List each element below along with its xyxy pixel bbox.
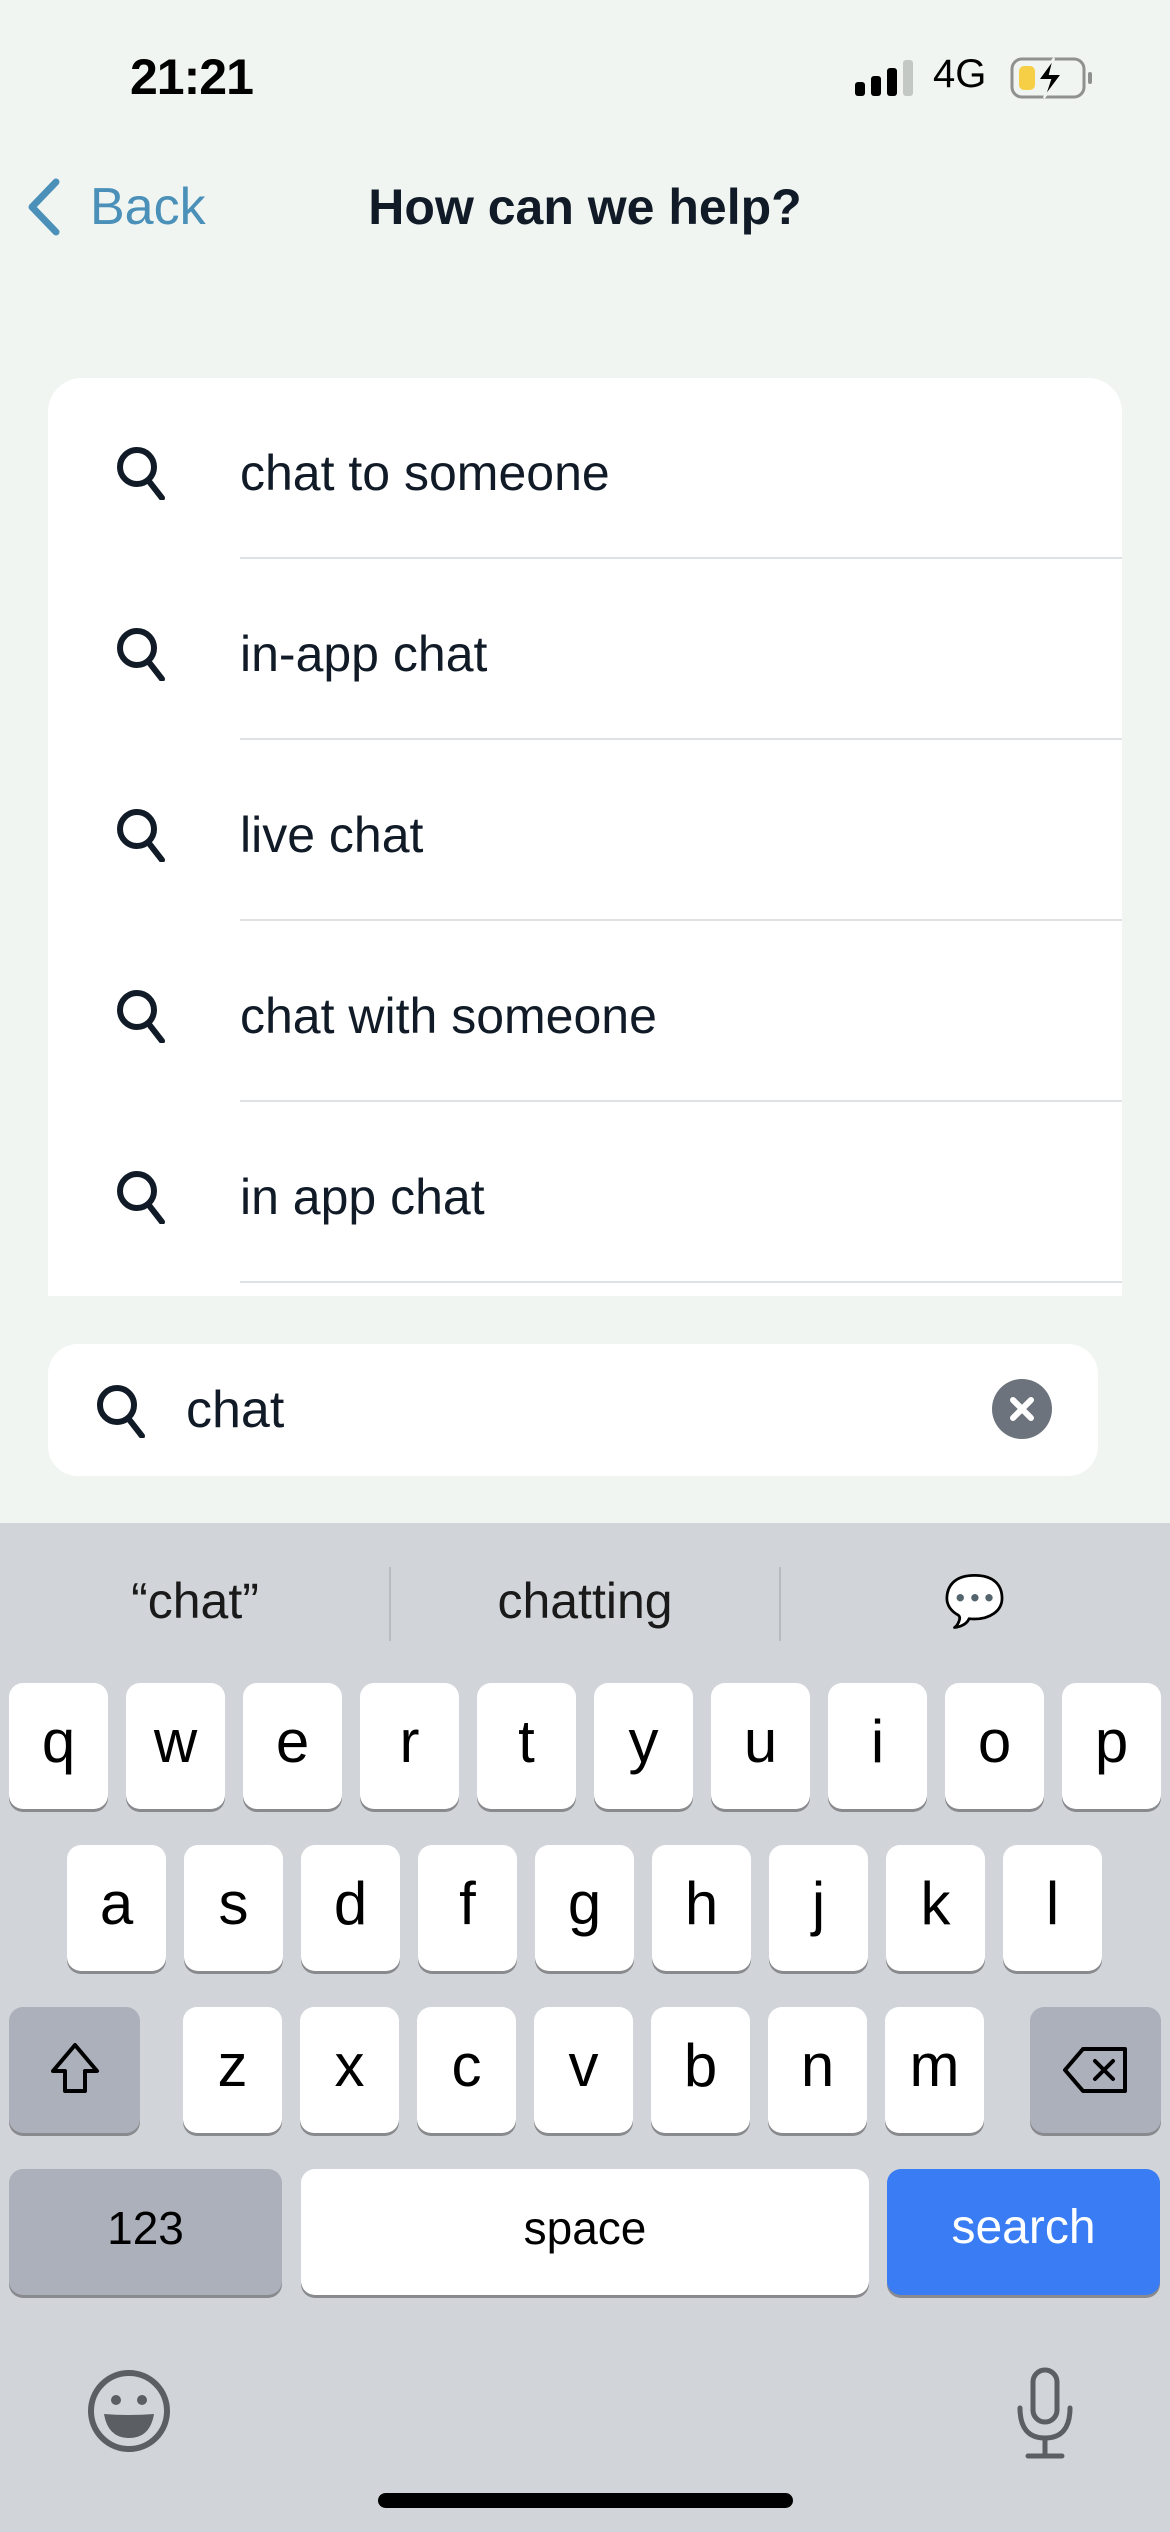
status-time: 21:21 xyxy=(130,49,254,105)
search-icon xyxy=(117,809,165,862)
suggestion-item[interactable]: live chat xyxy=(48,740,1122,921)
key-u[interactable]: u xyxy=(711,1683,810,1809)
key-w[interactable]: w xyxy=(126,1683,225,1809)
page-title: How can we help? xyxy=(0,178,1170,236)
suggestion-item[interactable]: in app chat xyxy=(48,1102,1122,1283)
page-title-text: How can we help? xyxy=(368,179,802,235)
suggestion-label: chat with someone xyxy=(240,988,657,1044)
suggestion-item[interactable]: in-app chat xyxy=(48,559,1122,740)
search-icon xyxy=(117,990,165,1043)
suggestion-label: live chat xyxy=(240,807,424,863)
key-i[interactable]: i xyxy=(828,1683,927,1809)
key-y[interactable]: y xyxy=(594,1683,693,1809)
search-icon xyxy=(117,1171,165,1224)
key-b[interactable]: b xyxy=(651,2007,750,2133)
key-g[interactable]: g xyxy=(535,1845,634,1971)
key-c[interactable]: c xyxy=(417,2007,516,2133)
clear-icon xyxy=(1010,1397,1034,1421)
search-key[interactable]: search xyxy=(887,2169,1160,2295)
key-p[interactable]: p xyxy=(1062,1683,1161,1809)
divider xyxy=(240,1281,1122,1283)
key-a[interactable]: a xyxy=(67,1845,166,1971)
network-type: 4G xyxy=(933,52,987,96)
key-t[interactable]: t xyxy=(477,1683,576,1809)
shift-key[interactable] xyxy=(9,2007,140,2133)
signal-icon xyxy=(855,60,913,96)
key-m[interactable]: m xyxy=(885,2007,984,2133)
key-z[interactable]: z xyxy=(183,2007,282,2133)
search-bar xyxy=(48,1344,1098,1476)
key-o[interactable]: o xyxy=(945,1683,1044,1809)
key-n[interactable]: n xyxy=(768,2007,867,2133)
suggestion-label: in-app chat xyxy=(240,626,488,682)
key-e[interactable]: e xyxy=(243,1683,342,1809)
battery-charging-icon xyxy=(1010,57,1092,99)
delete-icon xyxy=(1062,2047,1127,2093)
key-x[interactable]: x xyxy=(300,2007,399,2133)
space-key[interactable]: space xyxy=(301,2169,869,2295)
numbers-key[interactable]: 123 xyxy=(9,2169,282,2295)
keyboard: “chat” chatting 💬 qwertyuiop asdfghjkl z… xyxy=(0,1523,1170,2532)
key-r[interactable]: r xyxy=(360,1683,459,1809)
key-l[interactable]: l xyxy=(1003,1845,1102,1971)
search-icon xyxy=(97,1385,145,1438)
key-v[interactable]: v xyxy=(534,2007,633,2133)
suggestion-item[interactable]: chat to someone xyxy=(48,378,1122,559)
suggestion-item[interactable]: chat with someone xyxy=(48,921,1122,1102)
key-j[interactable]: j xyxy=(769,1845,868,1971)
search-icon xyxy=(117,628,165,681)
microphone-icon[interactable] xyxy=(1010,2366,1080,2462)
search-icon xyxy=(117,447,165,500)
key-s[interactable]: s xyxy=(184,1845,283,1971)
shift-icon xyxy=(50,2043,99,2093)
clear-search-button[interactable] xyxy=(992,1379,1052,1439)
suggestion-label: in app chat xyxy=(240,1169,485,1225)
key-f[interactable]: f xyxy=(418,1845,517,1971)
key-q[interactable]: q xyxy=(9,1683,108,1809)
prediction-1[interactable]: “chat” xyxy=(0,1561,390,1641)
prediction-emoji[interactable]: 💬 xyxy=(780,1561,1170,1641)
suggestion-label: chat to someone xyxy=(240,445,610,501)
key-d[interactable]: d xyxy=(301,1845,400,1971)
emoji-icon[interactable] xyxy=(84,2366,174,2456)
key-k[interactable]: k xyxy=(886,1845,985,1971)
prediction-2[interactable]: chatting xyxy=(390,1561,780,1641)
search-input[interactable] xyxy=(186,1374,986,1446)
key-h[interactable]: h xyxy=(652,1845,751,1971)
suggestions-list: chat to someone in-app chat live chat ch… xyxy=(48,378,1122,1296)
home-indicator[interactable] xyxy=(378,2493,793,2508)
delete-key[interactable] xyxy=(1030,2007,1161,2133)
